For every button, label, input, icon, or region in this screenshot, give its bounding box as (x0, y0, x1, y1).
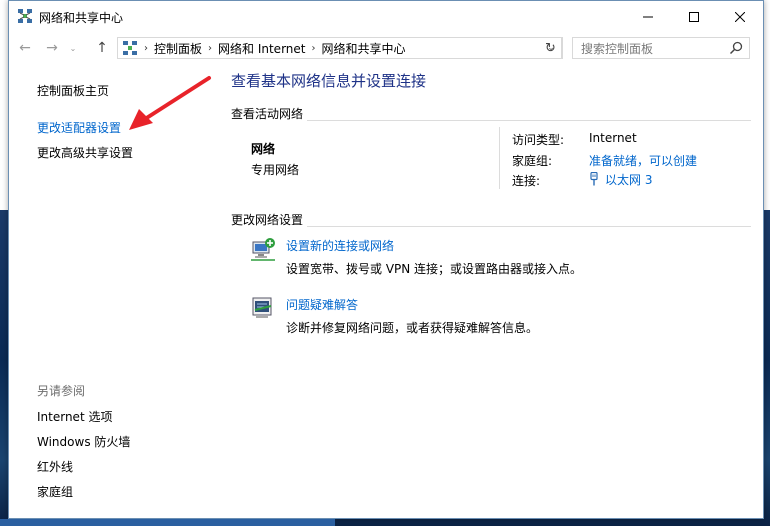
minimize-icon (643, 16, 653, 17)
breadcrumb-control-panel[interactable]: 控制面板 (154, 40, 202, 57)
ethernet-icon (590, 172, 598, 186)
back-arrow-icon: ← (19, 40, 31, 56)
active-networks-heading-text: 查看活动网络 (231, 107, 308, 121)
control-panel-home-link[interactable]: 控制面板主页 (37, 82, 109, 99)
address-bar[interactable]: › 控制面板 › 网络和 Internet › 网络和共享中心 ⌄ (117, 37, 563, 59)
up-arrow-icon: ↑ (96, 40, 108, 56)
section-divider (231, 120, 751, 121)
connections-label: 连接: (512, 174, 541, 188)
change-adapter-settings-link[interactable]: 更改适配器设置 (37, 119, 121, 136)
refresh-icon: ↻ (545, 40, 556, 56)
setup-new-connection-link[interactable]: 设置新的连接或网络 (286, 237, 394, 254)
maximize-icon (689, 11, 699, 22)
close-button[interactable] (717, 1, 763, 32)
search-input[interactable]: 搜索控制面板 (572, 37, 750, 59)
access-type-label: 访问类型: (512, 133, 565, 147)
network-sharing-center-window: 网络和共享中心 ← → ⌄ ↑ › 控制面板 › 网络和 Internet › … (8, 0, 764, 519)
minimize-button[interactable] (625, 1, 671, 32)
see-also-homegroup-link[interactable]: 家庭组 (37, 483, 73, 500)
taskbar-fragment (0, 519, 335, 526)
new-connection-icon (251, 238, 275, 261)
back-button[interactable]: ← (15, 39, 35, 57)
maximize-button[interactable] (671, 1, 717, 32)
change-settings-heading: 更改网络设置 (231, 211, 751, 227)
homegroup-label: 家庭组: (512, 154, 553, 168)
see-also-infrared-link[interactable]: 红外线 (37, 458, 73, 475)
change-settings-heading-text: 更改网络设置 (231, 213, 308, 227)
refresh-button[interactable]: ↻ (540, 37, 562, 59)
breadcrumb-network-internet[interactable]: 网络和 Internet (218, 40, 305, 57)
network-profile: 专用网络 (251, 163, 300, 177)
ethernet-connection-link[interactable]: 以太网 3 (589, 171, 652, 188)
recent-locations-button[interactable]: ⌄ (67, 39, 79, 57)
chevron-right-icon[interactable]: › (208, 43, 212, 54)
up-button[interactable]: ↑ (92, 39, 112, 57)
chevron-down-icon: ⌄ (69, 43, 77, 53)
forward-button[interactable]: → (42, 39, 62, 57)
setup-new-connection-description: 设置宽带、拨号或 VPN 连接；或设置路由器或接入点。 (286, 262, 583, 276)
window-title: 网络和共享中心 (39, 11, 124, 25)
forward-arrow-icon: → (46, 40, 58, 56)
main-pane: 查看基本网络信息并设置连接 查看活动网络 网络 专用网络 访问类型: Inter… (231, 64, 763, 518)
navigation-bar: ← → ⌄ ↑ › 控制面板 › 网络和 Internet › 网络和共享中心 … (9, 32, 763, 64)
search-placeholder: 搜索控制面板 (581, 41, 654, 56)
see-also-heading: 另请参阅 (37, 384, 86, 398)
section-divider (231, 226, 751, 227)
troubleshoot-icon (252, 297, 272, 318)
chevron-right-icon[interactable]: › (144, 43, 148, 54)
breadcrumb-network-sharing-center[interactable]: 网络和共享中心 (321, 40, 405, 57)
search-icon[interactable] (729, 41, 743, 55)
troubleshoot-description: 诊断并修复网络问题，或者获得疑难解答信息。 (286, 321, 539, 335)
access-type-value: Internet (589, 131, 637, 145)
see-also-windows-firewall-link[interactable]: Windows 防火墙 (37, 433, 130, 450)
change-advanced-sharing-link[interactable]: 更改高级共享设置 (37, 144, 133, 161)
network-center-icon (18, 9, 32, 23)
network-name: 网络 (251, 142, 276, 156)
chevron-right-icon[interactable]: › (311, 43, 315, 54)
left-pane: 控制面板主页 更改适配器设置 更改高级共享设置 另请参阅 Internet 选项… (9, 64, 209, 518)
troubleshoot-link[interactable]: 问题疑难解答 (286, 296, 358, 313)
control-panel-icon (123, 41, 137, 55)
ethernet-connection-label: 以太网 3 (605, 173, 653, 187)
active-networks-heading: 查看活动网络 (231, 105, 751, 121)
details-divider (499, 127, 500, 189)
see-also-internet-options-link[interactable]: Internet 选项 (37, 408, 112, 425)
close-icon (735, 11, 745, 22)
homegroup-link[interactable]: 准备就绪，可以创建 (589, 152, 697, 169)
title-bar: 网络和共享中心 (9, 1, 763, 32)
page-title: 查看基本网络信息并设置连接 (231, 72, 427, 90)
